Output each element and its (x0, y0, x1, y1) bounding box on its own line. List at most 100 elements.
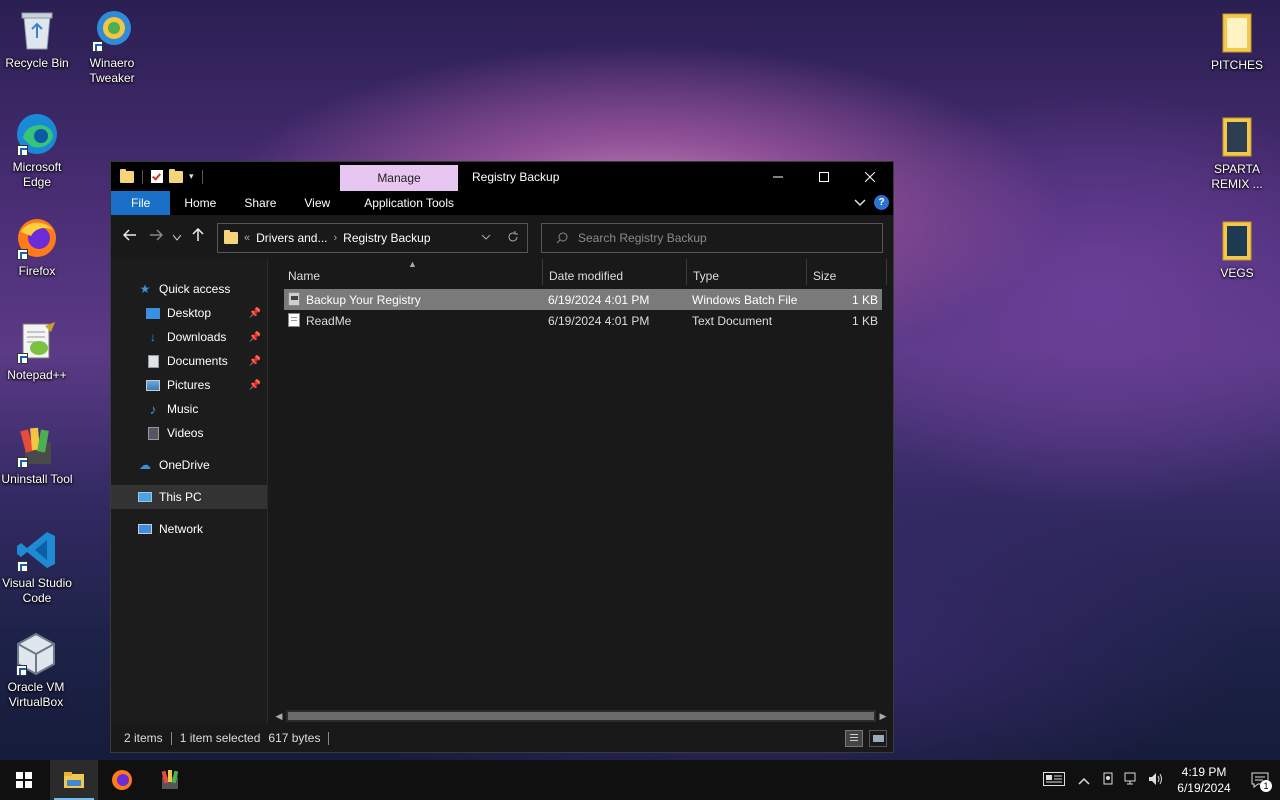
nav-music[interactable]: ♪ Music (111, 397, 267, 421)
tab-manage[interactable]: Manage (340, 165, 458, 191)
nav-pictures[interactable]: Pictures 📌 (111, 373, 267, 397)
file-row[interactable]: ReadMe 6/19/2024 4:01 PM Text Document 1… (284, 310, 882, 331)
cloud-icon: ☁ (139, 458, 151, 472)
taskbar-pinned-app[interactable] (146, 760, 194, 800)
column-divider[interactable] (806, 259, 807, 285)
breadcrumb-overflow[interactable]: « (244, 232, 250, 244)
search-box[interactable] (541, 223, 883, 253)
search-icon (556, 232, 568, 244)
nav-label: Videos (167, 426, 204, 440)
column-divider[interactable] (542, 259, 543, 285)
desktop-icon-label: Microsoft Edge (12, 160, 62, 189)
chevron-down-icon[interactable] (481, 230, 491, 244)
forward-button[interactable] (143, 228, 169, 246)
desktop-icon-microsoft-edge[interactable]: Microsoft Edge (0, 112, 75, 190)
status-separator (328, 731, 330, 745)
desktop-icon-firefox[interactable]: Firefox (0, 216, 75, 279)
nav-documents[interactable]: Documents 📌 (111, 349, 267, 373)
pin-icon[interactable]: 📌 (249, 332, 261, 343)
close-button[interactable] (847, 162, 893, 191)
scroll-right-icon[interactable]: ▶ (876, 711, 890, 722)
nav-label: Pictures (167, 378, 211, 392)
nav-onedrive[interactable]: ☁ OneDrive (111, 453, 267, 477)
network-status-icon[interactable] (1120, 772, 1144, 789)
desktop-icon-label: SPARTA REMIX ... (1211, 162, 1263, 191)
desktop-icon-vscode[interactable]: Visual Studio Code (0, 528, 75, 606)
column-divider[interactable] (686, 259, 687, 285)
tab-file[interactable]: File (111, 191, 171, 215)
desktop-icon-pitches[interactable]: PITCHES (1199, 10, 1275, 73)
nav-downloads[interactable]: ↓ Downloads 📌 (111, 325, 267, 349)
file-row[interactable]: Backup Your Registry 6/19/2024 4:01 PM W… (284, 289, 882, 310)
action-center-button[interactable]: 1 (1240, 760, 1280, 800)
firefox-icon (15, 216, 59, 260)
pin-icon[interactable]: 📌 (249, 356, 261, 367)
desktop-icon-sparta-remix[interactable]: SPARTA REMIX ... (1199, 114, 1275, 192)
new-folder-icon[interactable] (169, 168, 183, 183)
nav-label: OneDrive (159, 458, 210, 472)
nav-videos[interactable]: Videos (111, 421, 267, 445)
ribbon-tabs: File Home Share View Application Tools ? (111, 191, 893, 215)
file-name: ReadMe (306, 313, 352, 328)
column-header-date[interactable]: Date modified (549, 269, 623, 283)
recent-locations-button[interactable] (169, 228, 185, 246)
details-view-button[interactable] (845, 730, 863, 747)
start-button[interactable] (0, 760, 48, 800)
tab-view[interactable]: View (290, 191, 344, 215)
search-input[interactable] (578, 231, 858, 245)
folder-icon (1215, 218, 1259, 262)
desktop-icon-recycle-bin[interactable]: Recycle Bin (0, 8, 75, 71)
tab-share[interactable]: Share (230, 191, 290, 215)
desktop-icon-notepadpp[interactable]: Notepad++ (0, 320, 75, 383)
news-widget-icon[interactable] (1036, 771, 1072, 789)
pin-icon[interactable]: 📌 (249, 308, 261, 319)
help-icon[interactable]: ? (874, 195, 889, 210)
column-divider[interactable] (886, 259, 887, 285)
file-date: 6/19/2024 4:01 PM (548, 313, 650, 328)
up-button[interactable] (185, 227, 211, 247)
back-button[interactable] (117, 228, 143, 246)
desktop-icon-winaero-tweaker[interactable]: Winaero Tweaker (74, 8, 150, 86)
nav-desktop[interactable]: Desktop 📌 (111, 301, 267, 325)
column-header-type[interactable]: Type (693, 269, 719, 283)
desktop-icon-label: VEGS (1220, 266, 1254, 280)
taskbar-clock[interactable]: 4:19 PM 6/19/2024 (1168, 764, 1240, 796)
taskbar-firefox[interactable] (98, 760, 146, 800)
expand-ribbon-icon[interactable] (854, 198, 866, 207)
scroll-thumb[interactable] (288, 712, 874, 720)
device-icon[interactable] (1096, 772, 1120, 789)
back-arrow-icon (122, 229, 136, 241)
volume-icon[interactable] (1144, 772, 1168, 789)
column-header-size[interactable]: Size (813, 269, 836, 283)
scroll-left-icon[interactable]: ◀ (272, 711, 286, 722)
large-icons-view-button[interactable] (869, 730, 887, 747)
navigation-bar: « Drivers and... › Registry Backup (111, 215, 893, 259)
tab-application-tools[interactable]: Application Tools (344, 191, 468, 215)
uninstall-tool-icon (15, 424, 59, 468)
horizontal-scrollbar[interactable]: ◀ ▶ (272, 709, 890, 723)
refresh-icon[interactable] (507, 230, 519, 244)
taskbar-file-explorer[interactable] (50, 760, 98, 800)
nav-network[interactable]: Network (111, 517, 267, 541)
pin-icon[interactable]: 📌 (249, 380, 261, 391)
breadcrumb-registry-backup[interactable]: Registry Backup (343, 231, 430, 245)
tab-home[interactable]: Home (170, 191, 230, 215)
customize-toolbar-icon[interactable]: ▾ (189, 171, 194, 182)
maximize-button[interactable] (801, 162, 847, 191)
scroll-track[interactable] (286, 710, 876, 722)
address-bar[interactable]: « Drivers and... › Registry Backup (217, 223, 528, 253)
desktop-icon-virtualbox[interactable]: Oracle VM VirtualBox (0, 632, 74, 710)
nav-this-pc[interactable]: This PC (111, 485, 267, 509)
file-size: 1 KB (851, 313, 878, 328)
file-explorer-window: ▾ Manage Registry Backup File Home Share… (110, 161, 894, 753)
desktop-icon-uninstall-tool[interactable]: Uninstall Tool (0, 424, 75, 487)
breadcrumb-drivers[interactable]: Drivers and... (256, 231, 327, 245)
up-arrow-icon (192, 227, 204, 241)
column-header-name[interactable]: Name (288, 269, 320, 283)
desktop-icon-vegs[interactable]: VEGS (1199, 218, 1275, 281)
nav-quick-access[interactable]: ★ Quick access (111, 277, 267, 301)
properties-icon[interactable] (151, 170, 163, 183)
show-hidden-icons-icon[interactable] (1072, 773, 1096, 788)
taskbar: 4:19 PM 6/19/2024 1 (0, 760, 1280, 800)
minimize-button[interactable] (755, 162, 801, 191)
